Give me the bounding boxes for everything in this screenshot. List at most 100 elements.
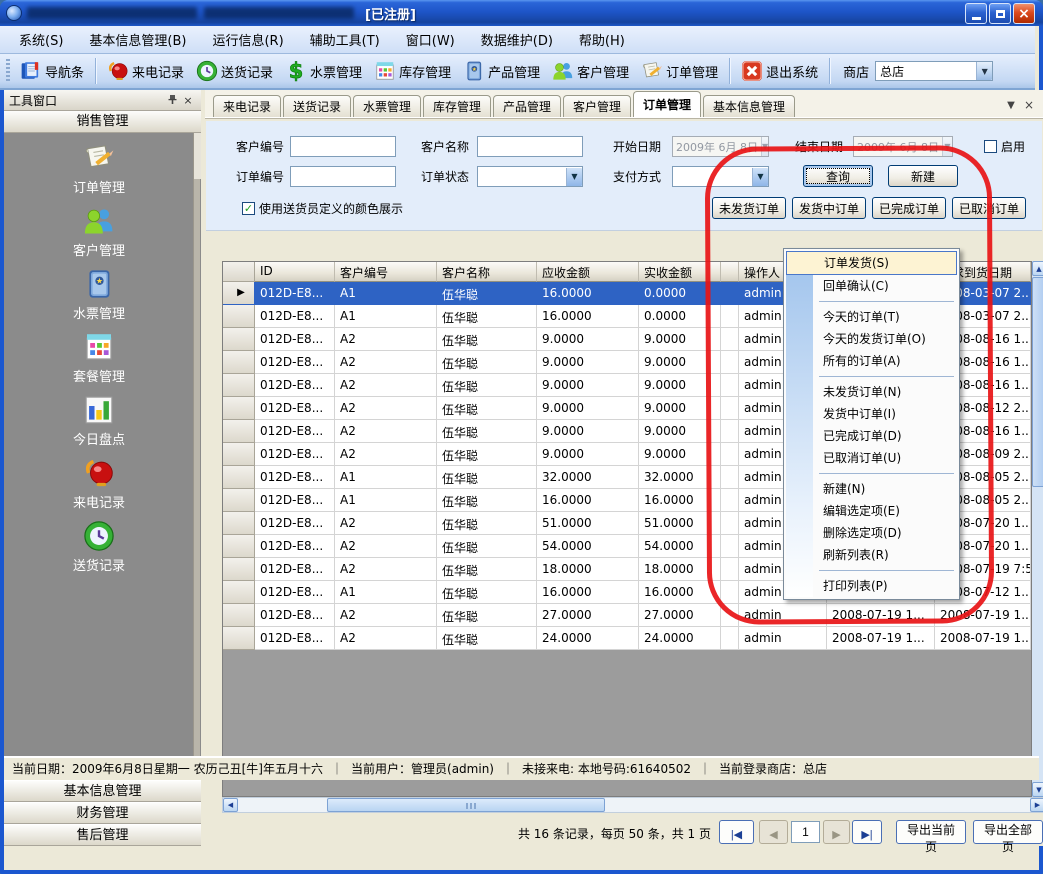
menubar-item[interactable]: 帮助(H) (566, 25, 638, 54)
context-menu-item-已完成订单(D)[interactable]: 已完成订单(D) (786, 425, 957, 447)
maximize-button[interactable] (989, 3, 1011, 24)
start-date-picker[interactable]: 2009年 6月 8日▼ (672, 136, 769, 157)
sidebar-section-sales[interactable]: 销售管理 (4, 111, 201, 133)
context-menu-item-删除选定项(D)[interactable]: 删除选定项(D) (786, 522, 957, 544)
sidebar-item-客户管理[interactable]: 客户管理 (4, 205, 194, 259)
sidebar-scrollbar[interactable] (193, 133, 200, 758)
close-button[interactable]: × (1013, 3, 1035, 24)
context-menu-item-订单发货(S)[interactable]: 订单发货(S) (786, 251, 957, 275)
horizontal-scroll-thumb[interactable] (327, 798, 605, 812)
order-status-combo[interactable]: ▼ (477, 166, 583, 187)
sidebar-section-基本信息管理[interactable]: 基本信息管理 (4, 780, 201, 802)
context-menu-item-今天的发货订单(O)[interactable]: 今天的发货订单(O) (786, 328, 957, 350)
tab-库存管理[interactable]: 库存管理 (423, 95, 491, 117)
column-header-blank[interactable] (223, 262, 255, 282)
menubar-item[interactable]: 运行信息(R) (199, 25, 296, 54)
table-row[interactable]: 012D-E8...A2伍华聪27.000027.0000admin2008-0… (223, 604, 1031, 627)
toolbar-button-订单管理[interactable]: 订单管理 (635, 57, 724, 85)
tab-list-dropdown-icon[interactable]: ▼ (1003, 97, 1019, 113)
order-no-input[interactable] (290, 166, 396, 187)
toolbar-button-退出系统[interactable]: 退出系统 (735, 57, 824, 85)
status-filter-button-已完成订单[interactable]: 已完成订单 (872, 197, 946, 219)
sidebar-section-财务管理[interactable]: 财务管理 (4, 802, 201, 824)
toolbar-button-来电记录[interactable]: 来电记录 (101, 57, 190, 85)
column-header-ID[interactable]: ID (255, 262, 335, 282)
context-menu-item-发货中订单(I)[interactable]: 发货中订单(I) (786, 403, 957, 425)
toolbar-button-送货记录[interactable]: 送货记录 (190, 57, 279, 85)
customer-name-input[interactable] (477, 136, 583, 157)
menubar-item[interactable]: 数据维护(D) (468, 25, 566, 54)
delivery-color-checkbox[interactable]: ✓ 使用送货员定义的颜色展示 (242, 198, 403, 218)
sidebar-item-来电记录[interactable]: 来电记录 (4, 457, 194, 511)
cell-receivable: 24.0000 (537, 627, 639, 650)
new-button[interactable]: 新建 (888, 165, 958, 187)
tab-产品管理[interactable]: 产品管理 (493, 95, 561, 117)
pay-method-combo[interactable]: ▼ (672, 166, 769, 187)
scroll-up-icon[interactable]: ▲ (1032, 261, 1043, 276)
status-filter-button-未发货订单[interactable]: 未发货订单 (712, 197, 786, 219)
menubar-item[interactable]: 系统(S) (6, 25, 76, 54)
export-all-pages-button[interactable]: 导出全部页 (973, 820, 1043, 844)
query-button[interactable]: 查询 (803, 165, 873, 187)
scroll-down-icon[interactable]: ▼ (1032, 782, 1043, 797)
context-menu-item-未发货订单(N)[interactable]: 未发货订单(N) (786, 381, 957, 403)
sidebar-item-订单管理[interactable]: 订单管理 (4, 142, 194, 196)
cell-blank (721, 489, 739, 512)
sidebar-item-套餐管理[interactable]: 套餐管理 (4, 331, 194, 385)
tab-订单管理[interactable]: 订单管理 (633, 91, 701, 117)
end-date-picker[interactable]: 2009年 6月 8日▼ (853, 136, 953, 157)
table-row[interactable]: 012D-E8...A2伍华聪24.000024.0000admin2008-0… (223, 627, 1031, 650)
context-menu-item-编辑选定项(E)[interactable]: 编辑选定项(E) (786, 500, 957, 522)
column-header-blank[interactable] (721, 262, 739, 282)
context-menu-item-打印列表(P)[interactable]: 打印列表(P) (786, 575, 957, 597)
sidebar-item-水票管理[interactable]: ★水票管理 (4, 268, 194, 322)
horizontal-scrollbar[interactable]: ◀ ▶ (222, 797, 1043, 813)
toolbar-grip[interactable] (6, 59, 10, 83)
status-filter-button-已取消订单[interactable]: 已取消订单 (952, 197, 1026, 219)
column-header-客户名称[interactable]: 客户名称 (437, 262, 537, 282)
context-menu-item-所有的订单(A)[interactable]: 所有的订单(A) (786, 350, 957, 372)
context-menu-item-今天的订单(T)[interactable]: 今天的订单(T) (786, 306, 957, 328)
tab-close-icon[interactable]: × (1021, 97, 1037, 113)
tab-基本信息管理[interactable]: 基本信息管理 (703, 95, 795, 117)
enable-checkbox[interactable]: 启用 (984, 136, 1025, 156)
tab-客户管理[interactable]: 客户管理 (563, 95, 631, 117)
page-number-input[interactable] (791, 821, 820, 843)
column-header-实收金额[interactable]: 实收金额 (639, 262, 721, 282)
sidebar-item-今日盘点[interactable]: 今日盘点 (4, 394, 194, 448)
sidebar-item-送货记录[interactable]: 送货记录 (4, 520, 194, 574)
status-filter-button-发货中订单[interactable]: 发货中订单 (792, 197, 866, 219)
shop-combobox[interactable]: 总店▼ (875, 61, 993, 81)
toolbar-button-客户管理[interactable]: 客户管理 (546, 57, 635, 85)
toolbar-button-水票管理[interactable]: $水票管理 (279, 57, 368, 85)
tab-水票管理[interactable]: 水票管理 (353, 95, 421, 117)
toolbar-button-库存管理[interactable]: 库存管理 (368, 57, 457, 85)
vertical-scroll-thumb[interactable] (1032, 277, 1043, 487)
tab-来电记录[interactable]: 来电记录 (213, 95, 281, 117)
menubar-item[interactable]: 窗口(W) (393, 25, 468, 54)
sidebar-section-售后管理[interactable]: 售后管理 (4, 824, 201, 846)
menubar-item[interactable]: 基本信息管理(B) (76, 25, 199, 54)
toolbar-button-导航条[interactable]: 导航条 (14, 57, 90, 85)
context-menu-item-已取消订单(U)[interactable]: 已取消订单(U) (786, 447, 957, 469)
vertical-scrollbar[interactable]: ▲ ▼ (1032, 261, 1043, 797)
minimize-button[interactable] (965, 3, 987, 24)
toolbar-button-产品管理[interactable]: ★产品管理 (457, 57, 546, 85)
pager-last-button[interactable]: ▶| (852, 820, 882, 844)
export-current-page-button[interactable]: 导出当前页 (896, 820, 966, 844)
tab-送货记录[interactable]: 送货记录 (283, 95, 351, 117)
menubar-item[interactable]: 辅助工具(T) (297, 25, 393, 54)
cell-received: 0.0000 (639, 305, 721, 328)
pin-icon[interactable] (164, 93, 180, 108)
scroll-left-icon[interactable]: ◀ (223, 798, 238, 812)
sidebar-close-icon[interactable]: × (180, 93, 196, 108)
context-menu-item-新建(N)[interactable]: 新建(N) (786, 478, 957, 500)
context-menu-item-刷新列表(R)[interactable]: 刷新列表(R) (786, 544, 957, 566)
pager-first-button[interactable]: |◀ (719, 820, 754, 844)
column-header-应收金额[interactable]: 应收金额 (537, 262, 639, 282)
context-menu-item-回单确认(C)[interactable]: 回单确认(C) (786, 275, 957, 297)
customer-no-input[interactable] (290, 136, 396, 157)
column-header-客户编号[interactable]: 客户编号 (335, 262, 437, 282)
scroll-right-icon[interactable]: ▶ (1030, 798, 1043, 812)
cell-received: 9.0000 (639, 420, 721, 443)
